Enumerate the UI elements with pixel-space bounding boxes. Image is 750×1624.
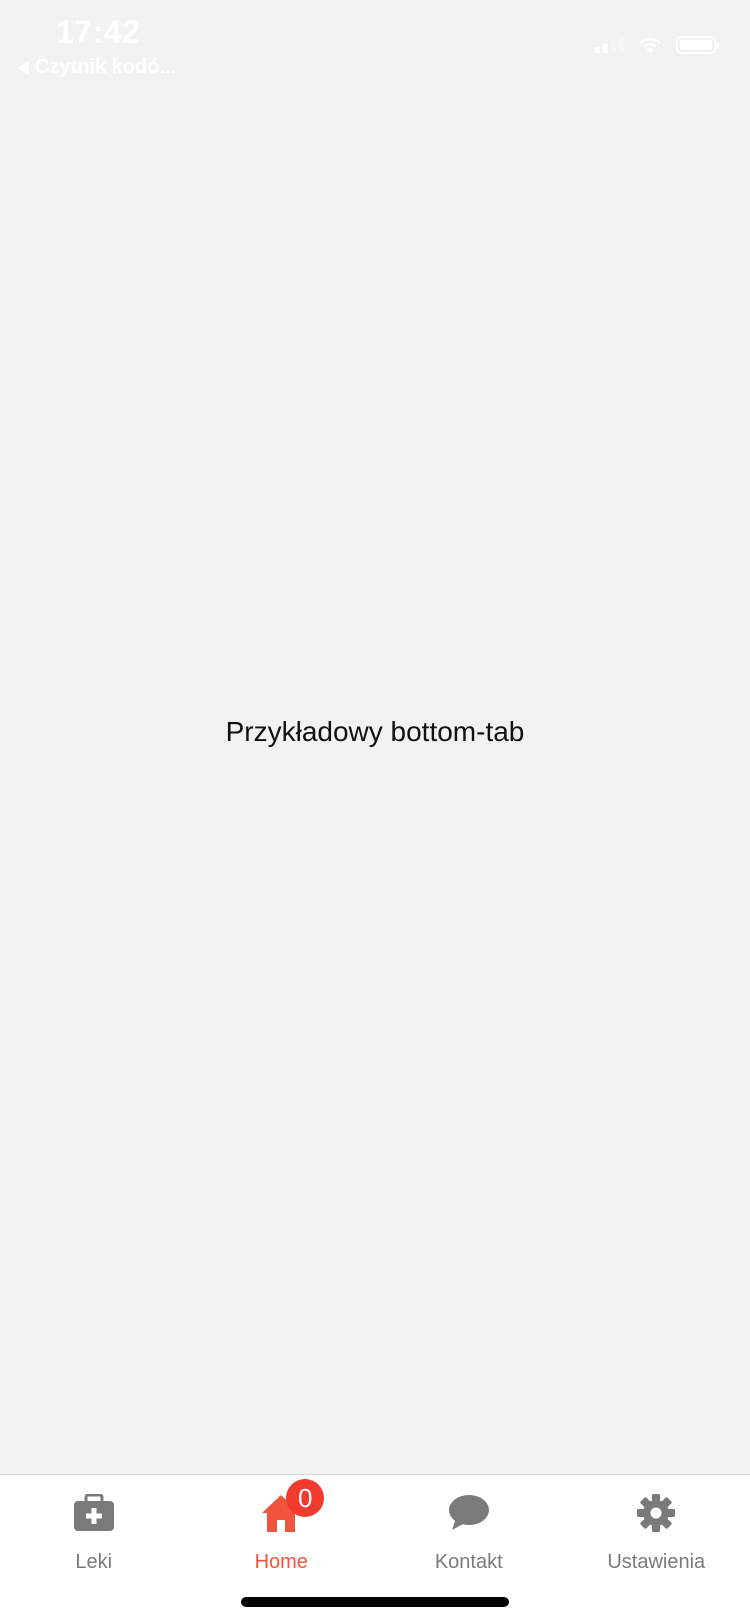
back-app-label: Czytnik kodó... [35, 56, 177, 78]
tab-ustawienia[interactable]: Ustawienia [563, 1475, 750, 1583]
gear-icon [633, 1491, 679, 1535]
tab-label: Home [254, 1551, 308, 1573]
status-indicators [595, 36, 719, 54]
back-to-app-link[interactable]: Czytnik kodó... [18, 56, 176, 79]
tab-label: Kontakt [434, 1551, 503, 1573]
app-screen: 17:42 Czytnik kodó... Przykładowy bottom… [0, 0, 750, 1624]
tab-home[interactable]: 0 Home [188, 1475, 376, 1583]
home-icon: 0 [258, 1479, 325, 1535]
back-arrow-icon [18, 60, 29, 75]
tab-label: Ustawienia [607, 1551, 706, 1573]
medical-kit-icon [71, 1491, 117, 1535]
status-time: 17:42 [56, 14, 141, 50]
wifi-icon [639, 37, 661, 53]
home-indicator[interactable] [241, 1597, 509, 1607]
chat-bubble-icon [446, 1491, 492, 1535]
tab-kontakt[interactable]: Kontakt [375, 1475, 563, 1583]
tab-leki[interactable]: Leki [0, 1475, 188, 1583]
main-label: Przykładowy bottom-tab [225, 716, 525, 747]
notification-badge: 0 [286, 1479, 325, 1517]
battery-icon [676, 36, 719, 54]
status-bar: 17:42 Czytnik kodó... [0, 0, 750, 90]
tab-label: Leki [75, 1551, 113, 1573]
cellular-signal-icon [595, 37, 624, 53]
